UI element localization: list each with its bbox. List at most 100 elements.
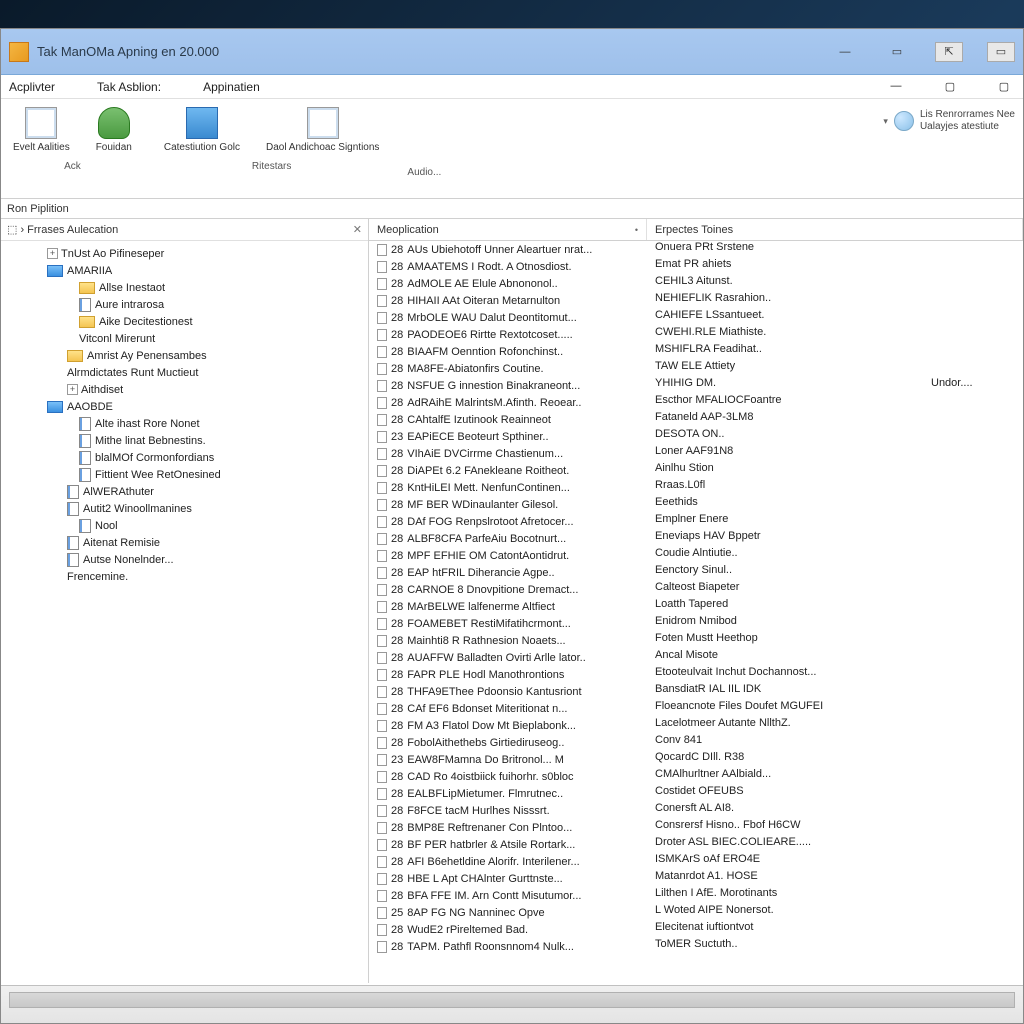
tree[interactable]: +TnUst Ao PifineseperAMARIIAAllse Inesta… <box>1 241 368 589</box>
tree-item[interactable]: Aike Decitestionest <box>3 313 366 330</box>
list-row[interactable]: 23 EAW8FMamna Do Britronol... MQocardC D… <box>369 751 1023 768</box>
aux-button-2[interactable]: ▭ <box>987 42 1015 62</box>
list-row[interactable]: 28 FobolAithethebs Girtiediruseog..Conv … <box>369 734 1023 751</box>
list-row[interactable]: 28 MrbOLE WAU Dalut Deontitomut...CAHIEF… <box>369 309 1023 326</box>
column-header-1[interactable]: Meoplication• <box>369 219 647 240</box>
list-row[interactable]: 28 EAP htFRIL Diherancie Agpe..Eenctory … <box>369 564 1023 581</box>
tree-item[interactable]: Amrist Ay Penensambes <box>3 347 366 364</box>
tree-item[interactable]: AAOBDE <box>3 398 366 415</box>
list-row[interactable]: 28 BMP8E Reftrenaner Con Plntoo...Consre… <box>369 819 1023 836</box>
list-panel: Meoplication• Erpectes Toines 28 AUs Ubi… <box>369 219 1023 983</box>
list-row[interactable]: 28 F8FCE tacM Hurlhes Nisssrt.Conersft A… <box>369 802 1023 819</box>
ribbon-group-left-label: Ack <box>64 161 81 172</box>
list-row[interactable]: 28 FOAMEBET RestiMifatihcrmont...Enidrom… <box>369 615 1023 632</box>
aux-button-1[interactable]: ⇱ <box>935 42 963 62</box>
list-row[interactable]: 28 MPF EFHIE OM CatontAontidrut.Coudie A… <box>369 547 1023 564</box>
breadcrumb[interactable]: Ron Piplition <box>1 199 1023 219</box>
list-row[interactable]: 28 AFI B6ehetldine Alorifr. Interilener.… <box>369 853 1023 870</box>
list-row[interactable]: 28 NSFUE G innestion Binakraneont...YHIH… <box>369 377 1023 394</box>
list-row[interactable]: 28 HBE L Apt CHAlnter Gurttnste...Matanr… <box>369 870 1023 887</box>
list-row[interactable]: 28 FM A3 Flatol Dow Mt Bieplabonk...Lace… <box>369 717 1023 734</box>
list-row[interactable]: 23 EAPiECE Beoteurt Spthiner..DESOTA ON.… <box>369 428 1023 445</box>
list-row[interactable]: 28 AdRAihE MalrintsM.Afinth. Reoear..Esc… <box>369 394 1023 411</box>
list-row[interactable]: 28 AUs Ubiehotoff Unner Aleartuer nrat..… <box>369 241 1023 258</box>
list-row[interactable]: 28 BFA FFE IM. Arn Contt Misutumor...Lil… <box>369 887 1023 904</box>
status-bar <box>1 985 1023 1023</box>
chevron-down-icon[interactable]: ▾ <box>883 116 888 127</box>
tree-item[interactable]: Aure intrarosa <box>3 296 366 313</box>
tree-item[interactable]: +Aithdiset <box>3 381 366 398</box>
list-row[interactable]: 28 FAPR PLE Hodl ManothrontionsEtooteulv… <box>369 666 1023 683</box>
menu-item-2[interactable]: Tak Asblion: <box>93 78 195 96</box>
ribbon-btn-1[interactable]: Evelt Aalities <box>9 105 74 155</box>
menu-item-3[interactable]: Appinatien <box>199 78 294 96</box>
tree-item[interactable]: Alte ihast Rore Nonet <box>3 415 366 432</box>
ribbon-btn-3[interactable]: Catestiution Golc <box>160 105 244 155</box>
tree-item[interactable]: AMARIIA <box>3 262 366 279</box>
list-body[interactable]: 28 AUs Ubiehotoff Unner Aleartuer nrat..… <box>369 241 1023 955</box>
list-row[interactable]: 28 DAf FOG Renpslrotoot Afretocer...Empl… <box>369 513 1023 530</box>
tree-item[interactable]: Frencemine. <box>3 568 366 585</box>
list-row[interactable]: 28 CAD Ro 4oistbiick fuihorhr. s0blocCMA… <box>369 768 1023 785</box>
list-row[interactable]: 28 MF BER WDinaulanter Gilesol.Eeethids <box>369 496 1023 513</box>
list-row[interactable]: 28 AMAATEMS I Rodt. A Otnosdiost.Emat PR… <box>369 258 1023 275</box>
tree-item[interactable]: Fittient Wee RetOnesined <box>3 466 366 483</box>
tree-item[interactable]: Alrmdictates Runt Muctieut <box>3 364 366 381</box>
tree-item[interactable]: Autse Nonelnder... <box>3 551 366 568</box>
window-title: Tak ManOMa Apning en 20.000 <box>37 44 219 59</box>
list-row[interactable]: 28 CAhtalfE Izutinook ReainneotFataneld … <box>369 411 1023 428</box>
list-row[interactable]: 25 8AP FG NG Nanninec OpveL Woted AIPE N… <box>369 904 1023 921</box>
tree-item[interactable]: Mithe linat Bebnestins. <box>3 432 366 449</box>
list-row[interactable]: 28 MA8FE-Abiatonfirs Coutine.TAW ELE Att… <box>369 360 1023 377</box>
column-header-2[interactable]: Erpectes Toines <box>647 219 1023 240</box>
close-panel-icon[interactable]: ✕ <box>353 223 362 236</box>
list-row[interactable]: 28 AdMOLE AE Elule Abnononol..CEHIL3 Ait… <box>369 275 1023 292</box>
list-row[interactable]: 28 AUAFFW Balladten Ovirti Arlle lator..… <box>369 649 1023 666</box>
list-row[interactable]: 28 KntHiLEI Mett. NenfunContinen...Rraas… <box>369 479 1023 496</box>
tree-item[interactable]: AlWERAthuter <box>3 483 366 500</box>
list-row[interactable]: 28 VIhAiE DVCirrme Chastienum...Loner AA… <box>369 445 1023 462</box>
list-row[interactable]: 28 EALBFLipMietumer. Flmrutnec..Costidet… <box>369 785 1023 802</box>
list-row[interactable]: 28 MArBELWE lalfenerme AltfiectLoatth Ta… <box>369 598 1023 615</box>
tree-item[interactable]: blalMOf Cormonfordians <box>3 449 366 466</box>
globe-icon[interactable] <box>894 111 914 131</box>
tree-item[interactable]: Allse Inestaot <box>3 279 366 296</box>
tree-header-text: ⬚ › Frrases Aulecation <box>7 223 118 236</box>
list-row[interactable]: 28 HIHAII AAt Oiteran MetarnultonNEHIEFL… <box>369 292 1023 309</box>
tree-item[interactable]: +TnUst Ao Pifineseper <box>3 245 366 262</box>
ribbon-btn-4[interactable]: Daol Andichoac Signtions <box>262 105 383 155</box>
menu-bar: Acplivter Tak Asblion: Appinatien <box>1 75 1023 99</box>
list-row[interactable]: 28 DiAPEt 6.2 FAnekleane Roitheot.Ainlhu… <box>369 462 1023 479</box>
ribbon-btn-3-label: Catestiution Golc <box>164 142 240 153</box>
list-row[interactable]: 28 WudE2 rPireltemed Bad.Elecitenat iuft… <box>369 921 1023 938</box>
list-row[interactable]: 28 CARNOE 8 Dnovpitione Dremact...Calteo… <box>369 581 1023 598</box>
tree-item[interactable]: Aitenat Remisie <box>3 534 366 551</box>
list-row[interactable]: 28 Mainhti8 R Rathnesion Noaets...Foten … <box>369 632 1023 649</box>
ribbon-btn-1-label: Evelt Aalities <box>13 142 70 153</box>
menu-item-1[interactable]: Acplivter <box>5 78 89 96</box>
tree-item[interactable]: Nool <box>3 517 366 534</box>
tree-panel: ⬚ › Frrases Aulecation ✕ +TnUst Ao Pifin… <box>1 219 369 983</box>
list-row[interactable]: 28 BIAAFM Oenntion Rofonchinst..MSHIFLRA… <box>369 343 1023 360</box>
tree-item[interactable]: Autit2 Winoollmanines <box>3 500 366 517</box>
list-header: Meoplication• Erpectes Toines <box>369 219 1023 241</box>
list-row[interactable]: 28 BF PER hatbrler & Atsile Rortark...Dr… <box>369 836 1023 853</box>
list-row[interactable]: 28 PAODEOE6 Rirtte Rextotcoset.....CWEHI… <box>369 326 1023 343</box>
ribbon-btn-2[interactable]: Fouidan <box>92 105 136 155</box>
inner-minimize-button[interactable]: — <box>883 77 909 95</box>
list-row[interactable]: 28 TAPM. Pathfl Roonsnnom4 Nulk...ToMER … <box>369 938 1023 955</box>
list-row[interactable]: 28 CAf EF6 Bdonset Miteritionat n...Floe… <box>369 700 1023 717</box>
ribbon-btn-4-label: Daol Andichoac Signtions <box>266 142 379 153</box>
minimize-button[interactable]: — <box>831 42 859 62</box>
inner-maximize-button[interactable]: ▢ <box>937 77 963 95</box>
ribbon-group-right-label: Audio... <box>407 167 441 178</box>
list-row[interactable]: 28 THFA9EThee Pdoonsio KantusriontBansdi… <box>369 683 1023 700</box>
list-row[interactable]: 28 ALBF8CFA ParfeAiu Bocotnurt...Eneviap… <box>369 530 1023 547</box>
tree-item[interactable]: Vitconl Mirerunt <box>3 330 366 347</box>
ribbon-group-mid-label: Ritestars <box>252 161 291 172</box>
ribbon-right-text: Lis Renrorrames Nee Ualayjes atestiute <box>920 109 1015 133</box>
cloud-icon <box>98 107 130 139</box>
inner-close-button[interactable]: ▢ <box>991 77 1017 95</box>
ribbon: Evelt Aalities Fouidan Ack Catestiution … <box>1 99 1023 199</box>
maximize-button[interactable]: ▭ <box>883 42 911 62</box>
